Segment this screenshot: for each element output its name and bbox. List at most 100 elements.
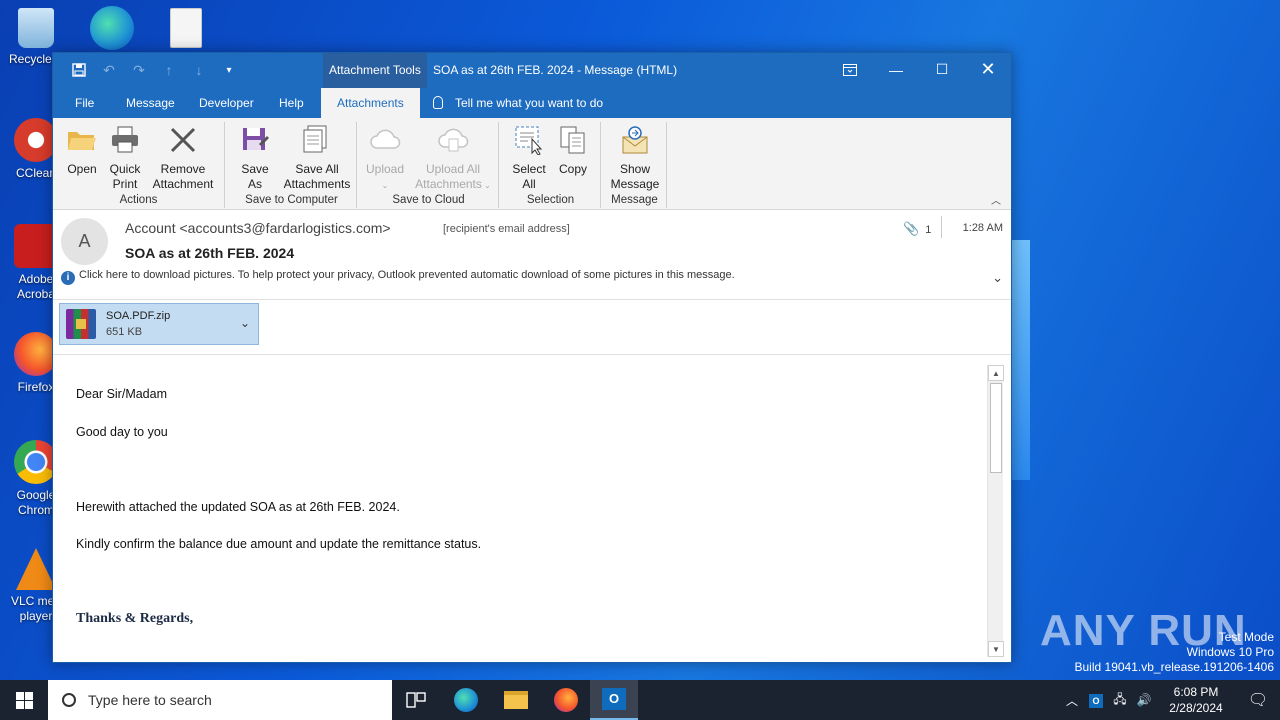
attachment-item[interactable]: SOA.PDF.zip 651 KB ⌄ [59, 303, 259, 345]
notifications-icon[interactable]: 🗨 [1236, 690, 1280, 710]
sender[interactable]: Account <accounts3@fardarlogistics.com> [125, 220, 391, 236]
collapse-ribbon-icon[interactable]: ︿ [991, 192, 1001, 207]
select-all-icon [512, 124, 546, 156]
upload-button[interactable]: Upload ⌄ [363, 124, 407, 193]
scroll-thumb[interactable] [990, 383, 1002, 473]
remove-x-icon [166, 124, 200, 156]
previous-item-icon[interactable]: ↑ [161, 62, 177, 78]
maximize-button[interactable]: ☐ [919, 53, 965, 86]
scroll-down-arrow-icon[interactable]: ▼ [988, 641, 1004, 657]
folder-icon [504, 691, 528, 709]
start-button[interactable] [0, 680, 48, 720]
tab-help[interactable]: Help [269, 88, 314, 118]
outlook-icon: O [602, 688, 626, 710]
tab-message[interactable]: Message [116, 88, 185, 118]
recipient[interactable]: [recipient's email address] [443, 223, 570, 235]
cloud-upload-icon [368, 124, 402, 156]
body-line: Good day to you [76, 425, 168, 439]
windows-logo-icon [15, 691, 33, 709]
task-view-button[interactable] [392, 680, 440, 720]
avatar: A [61, 218, 108, 265]
edge-icon [90, 6, 134, 50]
picture-download-infobar[interactable]: i Click here to download pictures. To hel… [61, 269, 735, 285]
minimize-button[interactable]: — [873, 53, 919, 86]
tab-developer[interactable]: Developer [189, 88, 264, 118]
search-placeholder: Type here to search [88, 692, 212, 708]
info-icon: i [61, 271, 75, 285]
ribbon-display-options-icon[interactable] [827, 53, 873, 86]
body-greeting: Dear Sir/Madam [76, 387, 167, 401]
task-view-icon [406, 692, 426, 708]
tell-me-label: Tell me what you want to do [455, 96, 604, 110]
group-selection: Select All Copy Selection [501, 122, 601, 208]
body-line: Herewith attached the updated SOA as at … [76, 500, 400, 514]
save-as-icon [238, 124, 272, 156]
taskbar-file-explorer[interactable] [492, 680, 540, 720]
desktop-icon-label: Google Chrom [16, 488, 56, 517]
taskbar: Type here to search O ︿ O 🖧 🔊 6:08 PM 2/… [0, 680, 1280, 720]
save-all-attachments-button[interactable]: Save All Attachments [281, 124, 353, 192]
save-icon[interactable] [71, 62, 87, 78]
header-divider [941, 216, 942, 238]
search-icon [62, 693, 76, 707]
desktop-icon-label: Firefox [17, 380, 55, 394]
message-header: A Account <accounts3@fardarlogistics.com… [53, 210, 1011, 300]
message-body: Dear Sir/Madam Good day to you Herewith … [53, 355, 1011, 662]
select-all-button[interactable]: Select All [507, 124, 551, 192]
printer-icon [108, 124, 142, 156]
tab-file[interactable]: File [65, 88, 104, 118]
save-all-icon [300, 124, 334, 156]
attachment-name: SOA.PDF.zip [106, 310, 171, 322]
group-label-save-to-computer: Save to Computer [245, 194, 338, 206]
chevron-down-icon[interactable]: ⌄ [992, 270, 1003, 286]
group-label-message: Message [611, 194, 658, 206]
taskbar-outlook[interactable]: O [590, 680, 638, 720]
attachment-size: 651 KB [106, 326, 143, 338]
volume-icon[interactable]: 🔊 [1132, 693, 1156, 707]
next-item-icon[interactable]: ↓ [191, 62, 207, 78]
attachment-bar: SOA.PDF.zip 651 KB ⌄ [53, 300, 1011, 355]
quick-print-button[interactable]: Quick Print [105, 124, 145, 192]
upload-all-attachments-button[interactable]: Upload All Attachments ⌄ [411, 124, 495, 193]
copy-icon [556, 124, 590, 156]
save-as-button[interactable]: Save As [235, 124, 275, 192]
desktop-icon-label: CClean [15, 166, 57, 180]
firefox-icon [554, 688, 578, 712]
show-message-button[interactable]: Show Message [607, 124, 663, 192]
tab-attachments[interactable]: Attachments [321, 88, 420, 118]
tell-me-search[interactable]: Tell me what you want to do [433, 88, 603, 118]
cloud-upload-all-icon [436, 124, 470, 156]
open-button[interactable]: Open [63, 124, 101, 177]
desktop-icon-edge[interactable] [76, 6, 148, 54]
remove-attachment-button[interactable]: Remove Attachment [149, 124, 217, 192]
desktop-icon-file[interactable] [150, 8, 222, 52]
system-tray: ︿ O 🖧 🔊 6:08 PM 2/28/2024 🗨 [1060, 680, 1280, 720]
vlc-icon [16, 548, 56, 590]
network-icon[interactable]: 🖧 [1108, 690, 1132, 711]
outlook-tray-icon[interactable]: O [1084, 693, 1108, 708]
recycle-bin-icon [18, 8, 54, 48]
show-message-icon [618, 124, 652, 156]
body-signoff: Thanks & Regards, [76, 611, 194, 626]
taskbar-clock[interactable]: 6:08 PM 2/28/2024 [1156, 684, 1236, 716]
redo-icon[interactable]: ↷ [131, 62, 147, 78]
body-line: Kindly confirm the balance due amount an… [76, 537, 482, 551]
taskbar-firefox[interactable] [542, 680, 590, 720]
desktop-icon-label: Adobe Acroba [16, 272, 56, 301]
show-hidden-icons-chevron-icon[interactable]: ︿ [1060, 692, 1084, 709]
outlook-message-window: ↶ ↷ ↑ ↓ ▾ Attachment Tools SOA as at 26t… [52, 52, 1012, 663]
ribbon: Open Quick Print Remove Attachment Actions [53, 118, 1011, 210]
undo-icon[interactable]: ↶ [101, 62, 117, 78]
group-label-selection: Selection [526, 194, 575, 206]
taskbar-edge[interactable] [442, 680, 490, 720]
group-save-to-cloud: Upload ⌄ Upload All Attachments ⌄ Save to … [359, 122, 499, 208]
close-button[interactable]: ✕ [965, 53, 1011, 86]
group-label-actions: Actions [119, 194, 158, 206]
taskbar-search[interactable]: Type here to search [48, 680, 392, 720]
copy-button[interactable]: Copy [553, 124, 593, 177]
vertical-scrollbar[interactable]: ▲ ▼ [987, 365, 1004, 657]
scroll-up-arrow-icon[interactable]: ▲ [988, 365, 1004, 381]
window-title: SOA as at 26th FEB. 2024 - Message (HTML… [433, 63, 678, 77]
customize-toolbar-icon[interactable]: ▾ [221, 62, 237, 78]
attachment-menu-chevron-icon[interactable]: ⌄ [240, 316, 250, 330]
